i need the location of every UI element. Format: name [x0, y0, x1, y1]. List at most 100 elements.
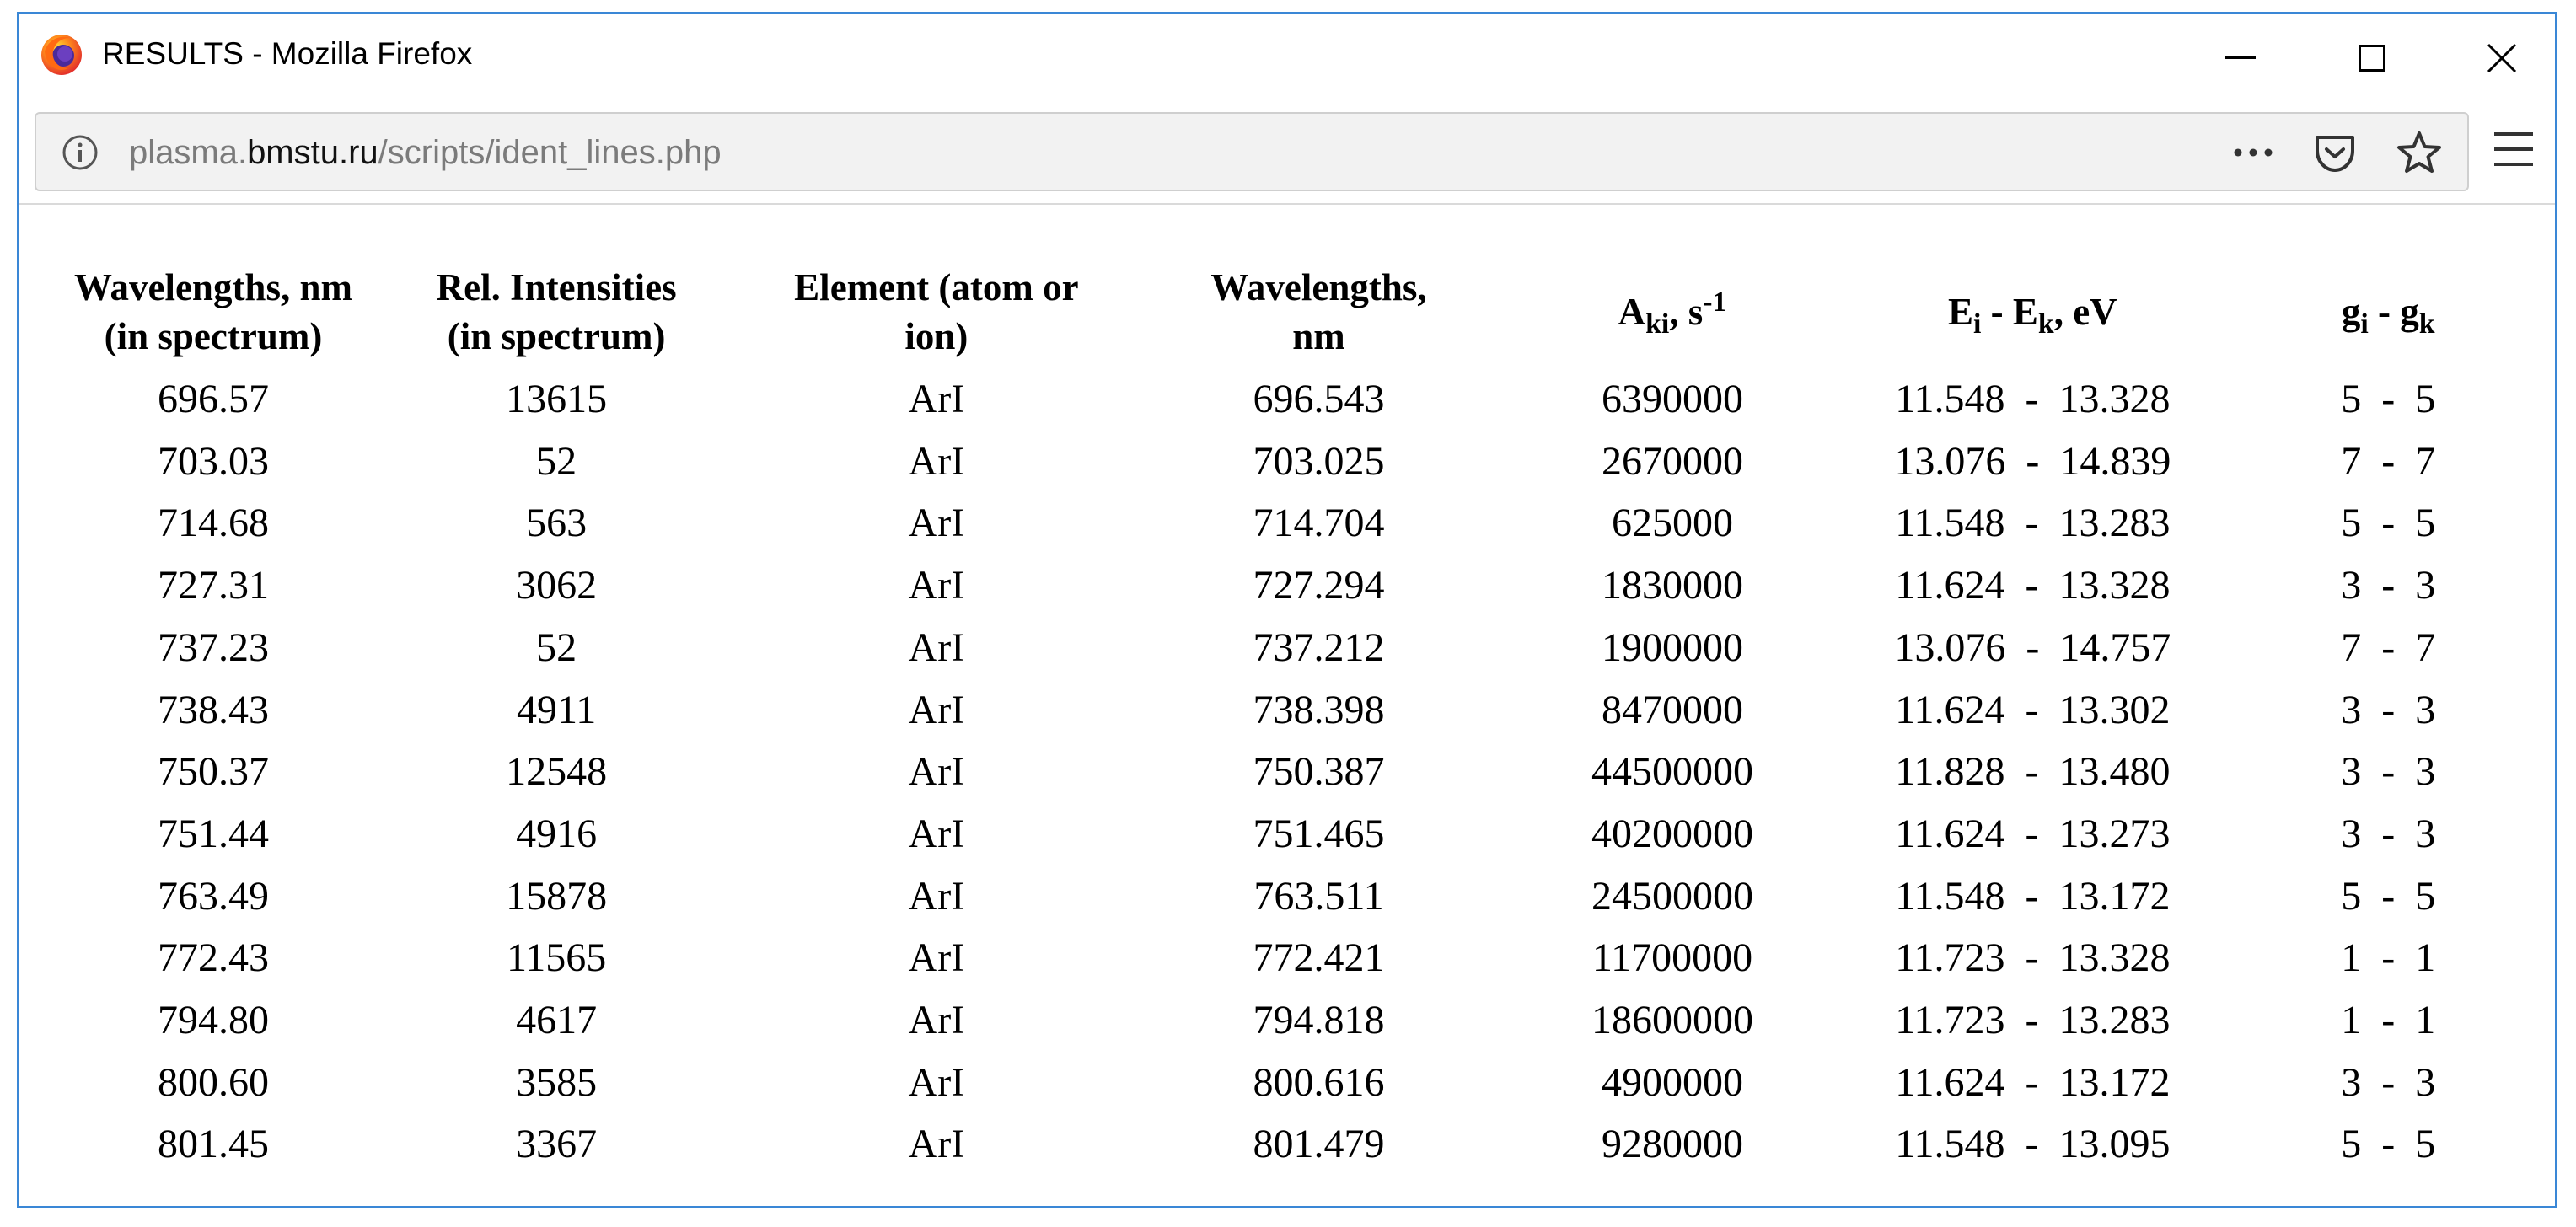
cell-element: ArI	[908, 935, 965, 981]
cell-g: 7 - 7	[2341, 438, 2436, 484]
cell-rel-intensity: 4911	[517, 687, 597, 732]
table-row: 714.68 563 ArI 714.704 625000 11.548 - 1…	[50, 492, 2555, 555]
table-row: 696.57 13615 ArI 696.543 6390000 11.548 …	[50, 368, 2555, 431]
header-text: g	[2341, 291, 2361, 333]
table-row: 738.43 4911 ArI 738.398 8470000 11.624 -…	[50, 679, 2555, 742]
cell-wavelength: 750.387	[1253, 749, 1385, 795]
maximize-button[interactable]	[2309, 14, 2435, 102]
cell-wavelength: 714.704	[1253, 501, 1385, 546]
cell-aki: 24500000	[1591, 873, 1753, 919]
cell-element: ArI	[908, 749, 965, 795]
cell-element: ArI	[908, 1122, 965, 1167]
url-domain: bmstu.ru	[247, 134, 378, 171]
cell-wavelength-spectrum: 801.45	[157, 1122, 269, 1167]
minimize-button[interactable]	[2177, 14, 2304, 102]
header-text: Wavelengths,	[1210, 266, 1427, 308]
page-actions-icon[interactable]	[2228, 129, 2278, 176]
cell-rel-intensity: 13615	[506, 377, 608, 421]
cell-rel-intensity: 11565	[507, 935, 607, 981]
table-row: 727.31 3062 ArI 727.294 1830000 11.624 -…	[50, 555, 2555, 617]
cell-element: ArI	[908, 998, 965, 1043]
header-text: nm	[1292, 315, 1345, 357]
cell-rel-intensity: 3062	[516, 563, 598, 608]
cell-energy: 11.548 - 13.283	[1895, 501, 2171, 546]
cell-aki: 9280000	[1601, 1122, 1743, 1167]
cell-wavelength: 696.543	[1253, 377, 1385, 421]
close-button[interactable]	[2439, 14, 2565, 102]
cell-g: 3 - 3	[2341, 687, 2436, 732]
cell-element: ArI	[908, 687, 965, 732]
title-bar[interactable]: RESULTS - Mozilla Firefox	[19, 14, 2555, 105]
cell-element: ArI	[908, 438, 965, 484]
cell-aki: 1900000	[1601, 624, 1743, 670]
cell-wavelength: 703.025	[1253, 438, 1385, 484]
cell-aki: 6390000	[1601, 377, 1743, 421]
info-icon[interactable]	[62, 134, 99, 171]
table-header-row: Wavelengths, nm (in spectrum) Rel. Inten…	[50, 255, 2555, 368]
header-subscript: i	[2360, 308, 2369, 340]
bookmark-star-icon[interactable]	[2395, 129, 2444, 178]
window-title: RESULTS - Mozilla Firefox	[102, 36, 473, 71]
cell-rel-intensity: 52	[536, 438, 577, 484]
cell-wavelength: 737.212	[1253, 624, 1385, 670]
header-energy: Ei - Ek, eV	[1843, 255, 2221, 368]
cell-wavelength: 794.818	[1253, 998, 1385, 1043]
cell-element: ArI	[908, 624, 965, 670]
cell-energy: 11.548 - 13.172	[1895, 873, 2171, 919]
cell-g: 5 - 5	[2341, 1122, 2436, 1167]
header-wavelength: Wavelengths, nm	[1136, 255, 1500, 368]
cell-aki: 4900000	[1601, 1059, 1743, 1105]
header-subscript: i	[1973, 308, 1982, 340]
cell-energy: 11.624 - 13.328	[1895, 563, 2171, 608]
cell-g: 5 - 5	[2341, 377, 2436, 421]
cell-aki: 18600000	[1591, 998, 1753, 1043]
cell-wavelength-spectrum: 696.57	[157, 377, 269, 421]
address-bar[interactable]: plasma.bmstu.ru/scripts/ident_lines.php	[35, 112, 2469, 191]
maximize-icon	[2359, 45, 2385, 72]
cell-energy: 11.548 - 13.095	[1895, 1122, 2171, 1167]
cell-wavelength: 800.616	[1253, 1059, 1385, 1105]
pocket-icon[interactable]	[2312, 131, 2358, 176]
header-text: - E	[1981, 291, 2038, 333]
cell-aki: 8470000	[1601, 687, 1743, 732]
cell-element: ArI	[908, 1059, 965, 1105]
header-g: gi - gk	[2221, 255, 2555, 368]
cell-element: ArI	[908, 873, 965, 919]
header-text: Wavelengths, nm	[73, 266, 352, 308]
cell-aki: 1830000	[1601, 563, 1743, 608]
cell-wavelength-spectrum: 751.44	[157, 811, 269, 856]
header-text: , s	[1669, 291, 1704, 333]
table-row: 800.60 3585 ArI 800.616 4900000 11.624 -…	[50, 1052, 2555, 1114]
cell-wavelength-spectrum: 738.43	[157, 687, 269, 732]
cell-g: 1 - 1	[2341, 935, 2436, 981]
cell-rel-intensity: 15878	[506, 873, 608, 919]
url-text[interactable]: plasma.bmstu.ru/scripts/ident_lines.php	[129, 134, 722, 172]
hamburger-menu-icon[interactable]	[2491, 124, 2536, 174]
cell-element: ArI	[908, 501, 965, 546]
cell-wavelength: 738.398	[1253, 687, 1385, 732]
header-subscript: k	[2418, 308, 2435, 340]
table-row: 703.03 52 ArI 703.025 2670000 13.076 - 1…	[50, 431, 2555, 493]
table-row: 763.49 15878 ArI 763.511 24500000 11.548…	[50, 865, 2555, 928]
url-prefix: plasma.	[129, 134, 248, 171]
cell-g: 3 - 3	[2341, 811, 2436, 856]
cell-energy: 11.828 - 13.480	[1895, 749, 2171, 795]
header-wavelength-spectrum: Wavelengths, nm (in spectrum)	[50, 255, 377, 368]
header-text: - g	[2368, 291, 2419, 333]
cell-wavelength: 751.465	[1253, 811, 1385, 856]
minimize-icon	[2225, 56, 2256, 59]
results-table: Wavelengths, nm (in spectrum) Rel. Inten…	[50, 255, 2555, 1176]
cell-wavelength: 727.294	[1253, 563, 1385, 608]
table-row: 772.43 11565 ArI 772.421 11700000 11.723…	[50, 927, 2555, 989]
cell-wavelength-spectrum: 703.03	[157, 438, 269, 484]
cell-wavelength-spectrum: 727.31	[157, 563, 269, 608]
cell-energy: 11.624 - 13.273	[1895, 811, 2171, 856]
header-subscript: ki	[1645, 308, 1670, 340]
table-row: 794.80 4617 ArI 794.818 18600000 11.723 …	[50, 989, 2555, 1052]
header-text: (in spectrum)	[104, 315, 323, 357]
url-path: /scripts/ident_lines.php	[378, 134, 722, 171]
cell-energy: 13.076 - 14.757	[1894, 624, 2171, 670]
header-text: , eV	[2053, 291, 2117, 333]
header-aki: Aki, s-1	[1501, 255, 1844, 368]
header-superscript: -1	[1703, 287, 1727, 318]
